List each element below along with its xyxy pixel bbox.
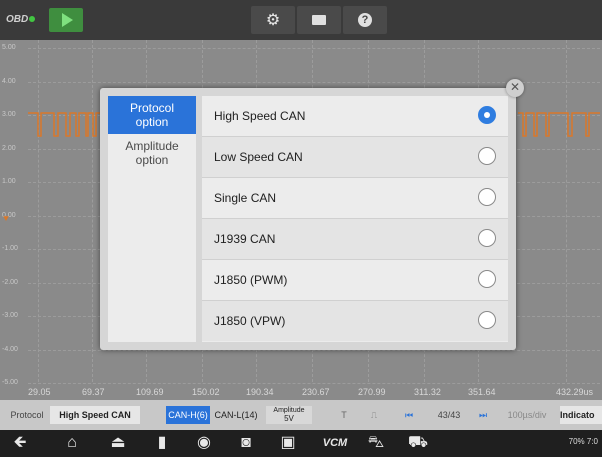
help-icon: ? xyxy=(358,13,372,27)
option-label: Low Speed CAN xyxy=(214,150,303,164)
option-label: J1850 (PWM) xyxy=(214,273,288,287)
recents-icon[interactable]: ▮ xyxy=(148,433,176,453)
garage-icon[interactable]: ⏏ xyxy=(104,433,132,453)
grid-line xyxy=(28,48,600,49)
folder-icon xyxy=(312,15,326,25)
home-icon[interactable]: ⌂ xyxy=(58,433,86,453)
last-page-icon[interactable]: ⏭ xyxy=(474,406,492,424)
can-h-button[interactable]: CAN-H(6) xyxy=(166,406,210,424)
option-label: J1850 (VPW) xyxy=(214,314,286,328)
radio-selected-icon[interactable] xyxy=(478,106,496,124)
radio-unselected-icon[interactable] xyxy=(478,311,496,329)
option-j1850-pwm[interactable]: J1850 (PWM) xyxy=(202,260,508,301)
protocol-value-button[interactable]: High Speed CAN xyxy=(50,406,140,424)
obd-logo: OBD xyxy=(6,14,36,25)
timebase-value[interactable]: 100µs/div xyxy=(500,406,554,424)
grid-line xyxy=(92,40,93,382)
grid-line xyxy=(28,383,600,384)
trigger-marker-icon[interactable]: ⯆ xyxy=(2,215,16,225)
x-axis-ticks: 29.05 69.37 109.69 150.02 190.34 230.67 270.99… xyxy=(28,387,602,399)
option-low-speed-can[interactable]: Low Speed CAN xyxy=(202,137,508,178)
y-tick-label: -1.00 xyxy=(2,245,18,252)
y-tick-label: -4.00 xyxy=(2,345,18,353)
vcm-icon[interactable]: VCM xyxy=(318,433,352,453)
x-tick-label: 432.29us xyxy=(556,387,594,397)
protocol-label: Protocol xyxy=(10,410,44,420)
trigger-t-button[interactable]: T xyxy=(334,406,354,424)
protocol-option-list: High Speed CAN Low Speed CAN Single CAN … xyxy=(202,96,508,342)
back-icon[interactable]: 🡸 xyxy=(6,433,34,453)
option-j1850-vpw[interactable]: J1850 (VPW) xyxy=(202,301,508,341)
x-tick-label: 150.02 xyxy=(192,387,220,397)
settings-button[interactable]: ⚙ xyxy=(251,6,295,34)
tab-protocol-option-label: Protocol option xyxy=(129,101,175,129)
page-indicator: 43/43 xyxy=(437,410,461,420)
radio-unselected-icon[interactable] xyxy=(478,188,496,206)
tab-protocol-option[interactable]: Protocol option xyxy=(108,96,196,134)
x-tick-label: 351.64 xyxy=(468,387,496,397)
x-tick-label: 29.05 xyxy=(28,387,51,397)
option-label: J1939 CAN xyxy=(214,232,276,246)
y-tick-label: 2.00 xyxy=(2,144,16,152)
amplitude-button[interactable]: Amplitude 5V xyxy=(266,406,312,424)
grid-line xyxy=(38,40,39,382)
bottom-settings-bar: Protocol High Speed CAN CAN-H(6) CAN-L(1… xyxy=(0,400,602,430)
radio-unselected-icon[interactable] xyxy=(478,270,496,288)
grid-line xyxy=(566,40,567,382)
obd-logo-text: OBD xyxy=(6,14,29,25)
camera-icon[interactable]: ◙ xyxy=(232,433,260,453)
option-label: High Speed CAN xyxy=(214,109,306,123)
tab-amplitude-option-label: Amplitude option xyxy=(125,139,179,167)
radio-unselected-icon[interactable] xyxy=(478,147,496,165)
system-nav-bar: 🡸 ⌂ ⏏ ▮ ◉ ◙ ▣ VCM ⛍ ⛟ 70% 7:0 xyxy=(0,430,602,457)
browser-icon[interactable]: ◉ xyxy=(190,433,218,453)
x-tick-label: 190.34 xyxy=(246,387,274,397)
x-tick-label: 270.99 xyxy=(358,387,386,397)
protocol-dialog: Protocol option Amplitude option High Sp… xyxy=(100,88,516,350)
car-icon[interactable]: ⛍ xyxy=(362,433,390,453)
y-tick-label: -3.00 xyxy=(2,312,18,319)
close-icon[interactable]: ✕ xyxy=(506,79,524,97)
indicator-button[interactable]: Indicato xyxy=(560,406,602,424)
y-tick-label: 5.00 xyxy=(2,44,16,51)
play-icon xyxy=(62,13,73,27)
top-toolbar: OBD ⚙ ? xyxy=(0,0,602,40)
help-button[interactable]: ? xyxy=(343,6,387,34)
play-button[interactable] xyxy=(49,8,83,32)
option-j1939-can[interactable]: J1939 CAN xyxy=(202,219,508,260)
trigger-edge-icon[interactable]: ⎍ xyxy=(364,406,384,424)
first-page-icon[interactable]: ⏮ xyxy=(400,406,418,424)
gear-icon: ⚙ xyxy=(265,12,281,29)
tab-amplitude-option[interactable]: Amplitude option xyxy=(108,134,196,172)
option-label: Single CAN xyxy=(214,191,277,205)
connection-dot-icon xyxy=(29,16,36,22)
screen-record-icon[interactable]: ▣ xyxy=(274,433,302,453)
remote-support-icon[interactable]: ⛟ xyxy=(404,433,432,453)
folder-button[interactable] xyxy=(297,6,341,34)
status-text: 70% 7:0 xyxy=(568,437,598,446)
y-tick-label: 1.00 xyxy=(2,178,16,185)
x-tick-label: 109.69 xyxy=(136,387,164,397)
option-high-speed-can[interactable]: High Speed CAN xyxy=(202,96,508,137)
x-tick-label: 230.67 xyxy=(302,387,330,397)
option-single-can[interactable]: Single CAN xyxy=(202,178,508,219)
x-tick-label: 69.37 xyxy=(82,387,105,397)
y-tick-label: -5.00 xyxy=(2,379,18,386)
y-tick-label: -2.00 xyxy=(2,278,18,286)
dialog-sidebar: Protocol option Amplitude option xyxy=(108,96,196,342)
can-l-button[interactable]: CAN-L(14) xyxy=(212,406,260,424)
y-tick-label: 3.00 xyxy=(2,111,16,118)
radio-unselected-icon[interactable] xyxy=(478,229,496,247)
amplitude-value: 5V xyxy=(284,414,294,423)
y-tick-label: 4.00 xyxy=(2,77,16,85)
x-tick-label: 311.32 xyxy=(414,387,441,397)
